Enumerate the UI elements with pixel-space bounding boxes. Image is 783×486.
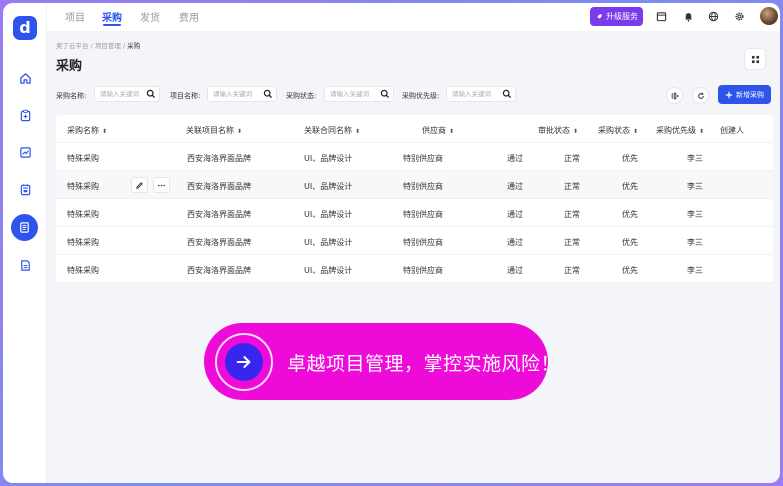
search-icon xyxy=(263,89,273,99)
tab-project[interactable]: 项目 xyxy=(65,9,85,24)
tab-shipping[interactable]: 发货 xyxy=(140,9,160,24)
bell-icon[interactable] xyxy=(682,10,694,22)
upgrade-button[interactable]: 升级服务 xyxy=(590,7,643,26)
page-title: 采购 xyxy=(56,59,83,74)
filter-label-procurement-priority: 采购优先级: xyxy=(402,92,440,100)
edit-button[interactable] xyxy=(131,177,148,193)
breadcrumb: 奥丁云平台 / 项目管理 / 采购 xyxy=(56,42,141,50)
tab-procurement[interactable]: 采购 xyxy=(102,9,122,24)
upgrade-label: 升级服务 xyxy=(606,12,638,21)
table-row[interactable]: 特殊采购 西安海洛界面品牌 UI、品牌设计 特别供应商 通过 正常 优先 李三 xyxy=(56,227,773,255)
sort-icon[interactable]: ⬍ xyxy=(633,128,638,135)
filter-label-procurement-name: 采购名称: xyxy=(56,92,87,100)
table-row[interactable]: 特殊采购 西安海洛界面品牌 UI、品牌设计 特别供应商 通过 正常 优先 李三 xyxy=(56,255,773,283)
document-icon[interactable] xyxy=(13,253,37,277)
filter-label-procurement-status: 采购状态: xyxy=(286,92,317,100)
more-icon xyxy=(157,184,166,186)
column-header[interactable]: 关联项目名称 ⬍ xyxy=(186,125,242,136)
banner-text: 卓越项目管理，掌控实施风险！ xyxy=(287,353,561,375)
column-header[interactable]: 创建人 xyxy=(720,125,744,136)
procurement-status-input[interactable]: 请输入关键词 xyxy=(324,86,394,102)
calendar-icon[interactable] xyxy=(13,177,37,201)
sort-icon[interactable]: ⬍ xyxy=(699,128,704,135)
search-icon xyxy=(146,89,156,99)
rocket-icon xyxy=(596,13,602,19)
tab-expenses[interactable]: 费用 xyxy=(179,9,199,24)
procurement-name-input[interactable]: 请输入关键词 xyxy=(94,86,160,102)
search-icon xyxy=(502,89,512,99)
breadcrumb-item[interactable]: 奥丁云平台 xyxy=(56,42,89,50)
add-procurement-label: 新增采购 xyxy=(736,90,764,99)
table-header: 采购名称 ⬍ 关联项目名称 ⬍ 关联合同名称 ⬍ 供应商 ⬍ 审批状态 ⬍ 采购状态 ⬍ 采… xyxy=(56,115,773,143)
sort-icon[interactable]: ⬍ xyxy=(355,128,360,135)
column-header[interactable]: 审批状态 ⬍ xyxy=(538,125,578,136)
add-procurement-button[interactable]: 新增采购 xyxy=(718,85,771,104)
sidebar: d xyxy=(3,3,47,483)
active-tab-indicator xyxy=(103,24,121,26)
app-window: d 项目 采购 发货 费用 升级服务 奥丁云平台 / 项目管理 / 采购 采购 … xyxy=(3,3,780,483)
procurement-priority-input[interactable]: 请输入关键词 xyxy=(446,86,516,102)
home-icon[interactable] xyxy=(13,66,37,90)
sort-icon[interactable]: ⬍ xyxy=(102,128,107,135)
search-icon xyxy=(380,89,390,99)
project-name-input[interactable]: 请输入关键词 xyxy=(207,86,277,102)
column-header[interactable]: 采购名称 ⬍ xyxy=(67,125,107,136)
column-settings-button[interactable] xyxy=(666,87,683,104)
list-document-icon[interactable] xyxy=(11,214,38,241)
table-row[interactable]: 特殊采购 西安海洛界面品牌 UI、品牌设计 特别供应商 通过 正常 优先 李三 xyxy=(56,171,773,199)
globe-icon[interactable] xyxy=(707,10,719,22)
breadcrumb-current: 采购 xyxy=(127,42,141,50)
sort-icon[interactable]: ⬍ xyxy=(449,128,454,135)
avatar[interactable] xyxy=(760,7,778,25)
refresh-icon xyxy=(697,91,704,99)
procurement-table: 采购名称 ⬍ 关联项目名称 ⬍ 关联合同名称 ⬍ 供应商 ⬍ 审批状态 ⬍ 采购状态 ⬍ 采… xyxy=(56,115,773,283)
plus-icon xyxy=(725,91,733,98)
grid-icon xyxy=(751,55,759,63)
calendar-icon[interactable] xyxy=(655,10,667,22)
refresh-button[interactable] xyxy=(692,87,709,104)
edit-icon xyxy=(136,181,143,189)
top-bar: 项目 采购 发货 费用 升级服务 xyxy=(47,3,780,31)
table-row[interactable]: 特殊采购 西安海洛界面品牌 UI、品牌设计 特别供应商 通过 正常 优先 李三 xyxy=(56,143,773,171)
app-logo: d xyxy=(13,16,37,40)
banner-arrow-button[interactable] xyxy=(225,343,263,381)
column-header[interactable]: 采购优先级 ⬍ xyxy=(656,125,704,136)
arrow-right-icon xyxy=(236,356,251,368)
column-header[interactable]: 采购状态 ⬍ xyxy=(598,125,638,136)
table-row[interactable]: 特殊采购 西安海洛界面品牌 UI、品牌设计 特别供应商 通过 正常 优先 李三 xyxy=(56,199,773,227)
settings-icon[interactable] xyxy=(733,10,745,22)
chart-icon[interactable] xyxy=(13,140,37,164)
column-settings-icon xyxy=(671,92,679,99)
column-header[interactable]: 供应商 ⬍ xyxy=(422,125,454,136)
more-button[interactable] xyxy=(153,177,170,193)
clipboard-icon[interactable] xyxy=(13,103,37,127)
sort-icon[interactable]: ⬍ xyxy=(237,128,242,135)
filter-label-project-name: 项目名称: xyxy=(170,92,201,100)
grid-view-button[interactable] xyxy=(744,48,766,70)
breadcrumb-item[interactable]: 项目管理 xyxy=(95,42,121,50)
column-header[interactable]: 关联合同名称 ⬍ xyxy=(304,125,360,136)
sort-icon[interactable]: ⬍ xyxy=(573,128,578,135)
